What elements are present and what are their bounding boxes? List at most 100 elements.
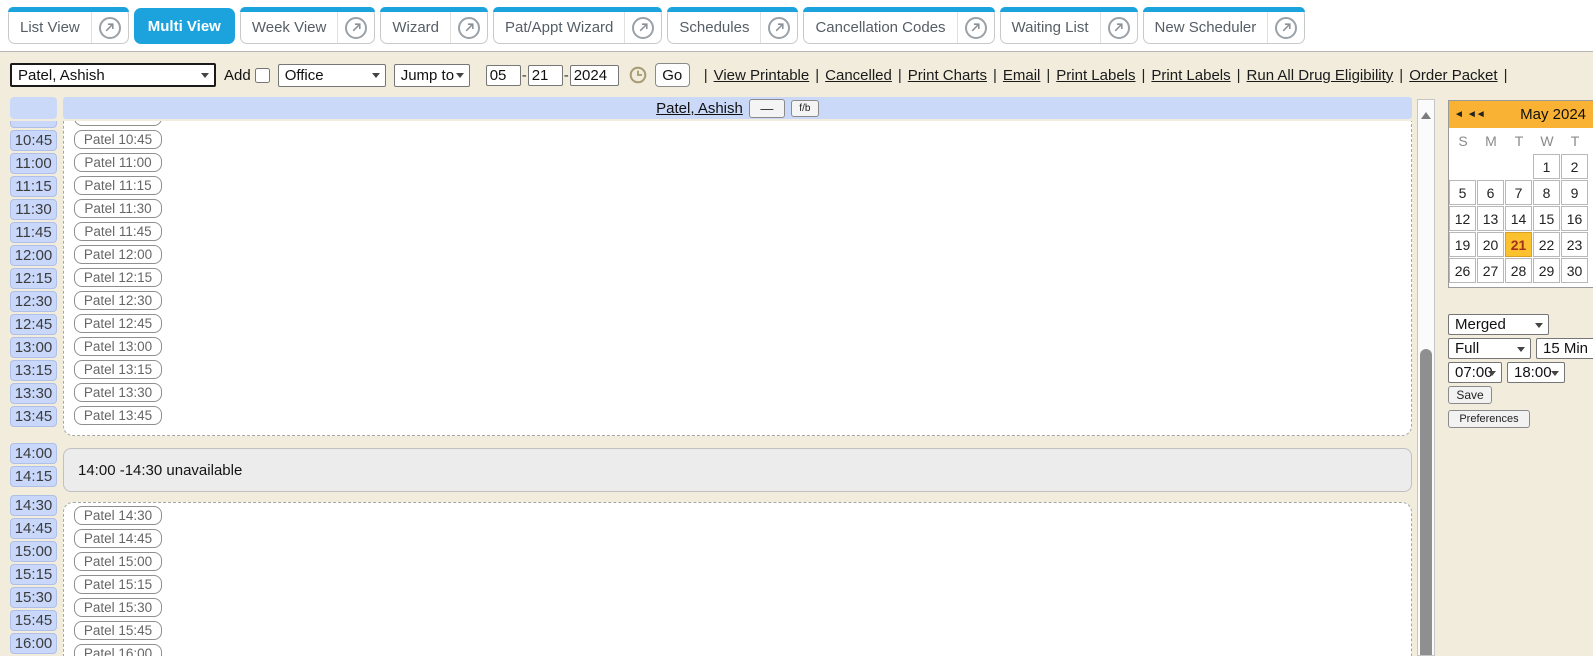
clock-icon[interactable] <box>629 66 647 84</box>
calendar-day[interactable]: 29 <box>1533 258 1560 283</box>
link-cancelled[interactable]: Cancelled <box>825 67 892 84</box>
calendar-day[interactable]: 28 <box>1505 258 1532 283</box>
date-year-input[interactable] <box>570 65 619 86</box>
calendar-day[interactable]: 9 <box>1561 180 1588 205</box>
calendar-day[interactable]: 27 <box>1477 258 1504 283</box>
tab-icon-area[interactable] <box>450 12 487 43</box>
calendar-day[interactable]: 5 <box>1449 180 1476 205</box>
tab-icon-area[interactable] <box>957 12 994 43</box>
tab-list-view[interactable]: List View <box>8 8 129 44</box>
link-view-printable[interactable]: View Printable <box>714 67 810 84</box>
slot-button[interactable]: Patel 15:15 <box>74 575 162 594</box>
calendar-day[interactable]: 22 <box>1533 232 1560 257</box>
facility-select[interactable]: Office <box>278 64 386 87</box>
calendar-day[interactable]: 13 <box>1477 206 1504 231</box>
calendar-day[interactable]: 23 <box>1561 232 1588 257</box>
slot-button[interactable]: Patel 10:45 <box>74 130 162 149</box>
calendar-day[interactable]: 7 <box>1505 180 1532 205</box>
tab-wizard[interactable]: Wizard <box>380 8 488 44</box>
slot-button[interactable]: Patel 15:30 <box>74 598 162 617</box>
external-link-icon[interactable] <box>632 17 654 39</box>
provider-select[interactable]: Patel, Ashish <box>10 63 216 87</box>
slot-button[interactable]: Patel 15:45 <box>74 621 162 640</box>
calendar-day[interactable]: 30 <box>1561 258 1588 283</box>
slot-button[interactable]: Patel 16:00 <box>74 644 162 656</box>
tab-multi-view[interactable]: Multi View <box>134 8 235 44</box>
scroll-up-icon[interactable] <box>1421 107 1431 119</box>
slot-button[interactable]: Patel 11:30 <box>74 199 162 218</box>
zoom-level-select[interactable]: Full <box>1448 338 1531 359</box>
slot-button[interactable]: Patel 12:00 <box>74 245 162 264</box>
date-day-input[interactable] <box>528 65 563 86</box>
calendar-day[interactable]: 19 <box>1449 232 1476 257</box>
tab-icon-area[interactable] <box>760 12 797 43</box>
slot-button[interactable]: Patel 12:30 <box>74 291 162 310</box>
tab-icon-area[interactable] <box>337 12 374 43</box>
tab-schedules[interactable]: Schedules <box>667 8 798 44</box>
tab-icon-area[interactable] <box>1100 12 1137 43</box>
tab-cancellation-codes[interactable]: Cancellation Codes <box>803 8 994 44</box>
external-link-icon[interactable] <box>99 17 121 39</box>
tab-icon-area[interactable] <box>1267 12 1304 43</box>
save-button[interactable]: Save <box>1448 386 1492 404</box>
interval-select[interactable]: 15 Min <box>1536 338 1593 359</box>
calendar-day[interactable]: 20 <box>1477 232 1504 257</box>
scrollbar-thumb[interactable] <box>1420 349 1432 656</box>
link-print-labels[interactable]: Print Labels <box>1151 67 1230 84</box>
calendar-day[interactable]: 6 <box>1477 180 1504 205</box>
tab-icon-area[interactable] <box>91 12 128 43</box>
calendar-day[interactable]: 15 <box>1533 206 1560 231</box>
calendar-prev-icon[interactable]: ◄ <box>1454 109 1463 120</box>
slot-button[interactable]: Patel 12:15 <box>74 268 162 287</box>
tab-week-view[interactable]: Week View <box>240 8 375 44</box>
add-checkbox[interactable] <box>255 68 270 83</box>
tab-icon-area[interactable] <box>624 12 661 43</box>
tab-new-scheduler[interactable]: New Scheduler <box>1143 8 1306 44</box>
slot-button[interactable]: Patel 12:45 <box>74 314 162 333</box>
link-email[interactable]: Email <box>1003 67 1041 84</box>
calendar-day[interactable]: 26 <box>1449 258 1476 283</box>
start-time-select[interactable]: 07:00 <box>1448 362 1502 383</box>
jump-to-select[interactable]: Jump to <box>394 64 470 87</box>
calendar-day[interactable]: 1 <box>1533 154 1560 179</box>
slot-button[interactable]: Patel 13:00 <box>74 337 162 356</box>
link-print-charts[interactable]: Print Charts <box>908 67 987 84</box>
slot-button[interactable]: Patel 14:45 <box>74 529 162 548</box>
provider-header-link[interactable]: Patel, Ashish <box>656 100 743 117</box>
date-month-input[interactable] <box>486 65 521 86</box>
link-run-all-drug-eligibility[interactable]: Run All Drug Eligibility <box>1247 67 1394 84</box>
view-mode-select[interactable]: Merged <box>1448 314 1549 335</box>
tab-pat-appt-wizard[interactable]: Pat/Appt Wizard <box>493 8 662 44</box>
minimize-column-button[interactable]: — <box>749 99 785 118</box>
slot-button[interactable]: Patel 14:30 <box>74 506 162 525</box>
schedule-viewport[interactable]: 10:4511:0011:1511:3011:4512:0012:1512:30… <box>10 121 1412 656</box>
fb-toggle-button[interactable]: f/b <box>791 100 819 117</box>
link-order-packet[interactable]: Order Packet <box>1409 67 1497 84</box>
vertical-scrollbar[interactable] <box>1417 99 1435 656</box>
slot-button[interactable]: Patel 11:45 <box>74 222 162 241</box>
external-link-icon[interactable] <box>965 17 987 39</box>
external-link-icon[interactable] <box>345 17 367 39</box>
calendar-day[interactable]: 8 <box>1533 180 1560 205</box>
slot-button[interactable]: Patel 11:15 <box>74 176 162 195</box>
calendar-day-selected[interactable]: 21 <box>1505 232 1532 257</box>
slot-button[interactable]: Patel 13:15 <box>74 360 162 379</box>
tab-waiting-list[interactable]: Waiting List <box>1000 8 1138 44</box>
calendar-day[interactable]: 14 <box>1505 206 1532 231</box>
external-link-icon[interactable] <box>768 17 790 39</box>
calendar-fast-prev-icon[interactable]: ◄◄ <box>1467 109 1485 120</box>
slot-button[interactable]: Patel 13:30 <box>74 383 162 402</box>
end-time-select[interactable]: 18:00 <box>1507 362 1565 383</box>
slot-button[interactable]: Patel 11:00 <box>74 153 162 172</box>
slot-button-partial[interactable] <box>74 121 162 126</box>
slot-button[interactable]: Patel 13:45 <box>74 406 162 425</box>
go-button[interactable]: Go <box>655 63 690 87</box>
external-link-icon[interactable] <box>1108 17 1130 39</box>
external-link-icon[interactable] <box>458 17 480 39</box>
calendar-day[interactable]: 2 <box>1561 154 1588 179</box>
calendar-day[interactable]: 16 <box>1561 206 1588 231</box>
link-print-labels[interactable]: Print Labels <box>1056 67 1135 84</box>
preferences-button[interactable]: Preferences <box>1448 410 1530 428</box>
slot-button[interactable]: Patel 15:00 <box>74 552 162 571</box>
calendar-day[interactable]: 12 <box>1449 206 1476 231</box>
